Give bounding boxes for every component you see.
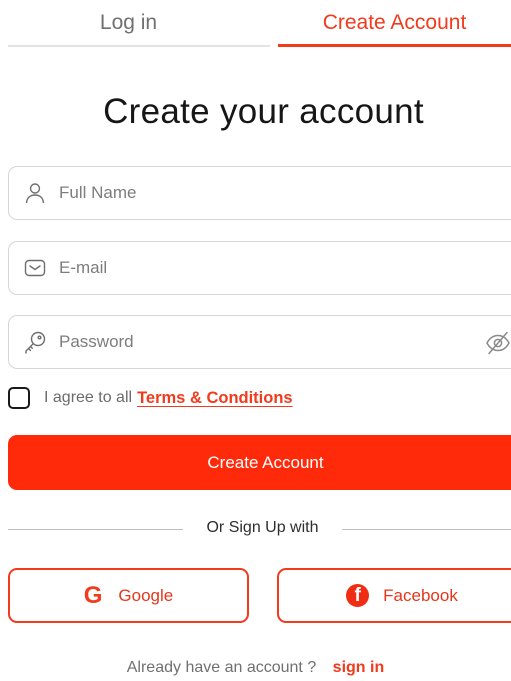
divider-label: Or Sign Up with	[206, 519, 319, 536]
footer: Already have an account ? sign in	[0, 659, 511, 677]
email-input[interactable]	[59, 242, 479, 294]
footer-text: Already have an account ?	[126, 659, 317, 676]
page-title: Create your account	[103, 92, 424, 131]
auth-tabs: Log in Create Account	[0, 0, 511, 48]
terms-row: I agree to all Terms & Conditions	[8, 387, 293, 409]
divider-line-left	[8, 529, 183, 530]
google-label: Google	[118, 585, 174, 605]
divider-line-right	[342, 529, 511, 530]
google-icon: G	[83, 581, 103, 609]
full-name-input[interactable]	[59, 167, 479, 219]
facebook-icon: f	[346, 584, 370, 607]
google-signup-button[interactable]: G Google	[8, 568, 249, 623]
create-account-screen: Log in Create Account Create your accoun…	[0, 0, 511, 681]
terms-link[interactable]: Terms & Conditions	[137, 389, 293, 408]
mail-icon	[24, 259, 46, 277]
eye-off-icon[interactable]	[485, 331, 511, 355]
facebook-label: Facebook	[383, 585, 458, 605]
tab-login[interactable]: Log in	[8, 0, 249, 46]
tab-create-account[interactable]: Create Account	[278, 0, 511, 46]
active-tab-indicator	[278, 44, 511, 47]
terms-checkbox[interactable]	[8, 387, 30, 409]
terms-label: I agree to all	[44, 389, 133, 406]
password-input[interactable]	[59, 316, 479, 368]
email-field	[8, 241, 511, 295]
sign-in-link[interactable]: sign in	[333, 659, 385, 676]
full-name-field	[8, 166, 511, 220]
password-field	[8, 315, 511, 369]
tab-underline	[8, 45, 270, 47]
facebook-signup-button[interactable]: f Facebook	[277, 568, 511, 623]
key-icon	[25, 331, 46, 354]
user-icon	[25, 183, 45, 204]
create-account-button[interactable]: Create Account	[8, 435, 511, 490]
